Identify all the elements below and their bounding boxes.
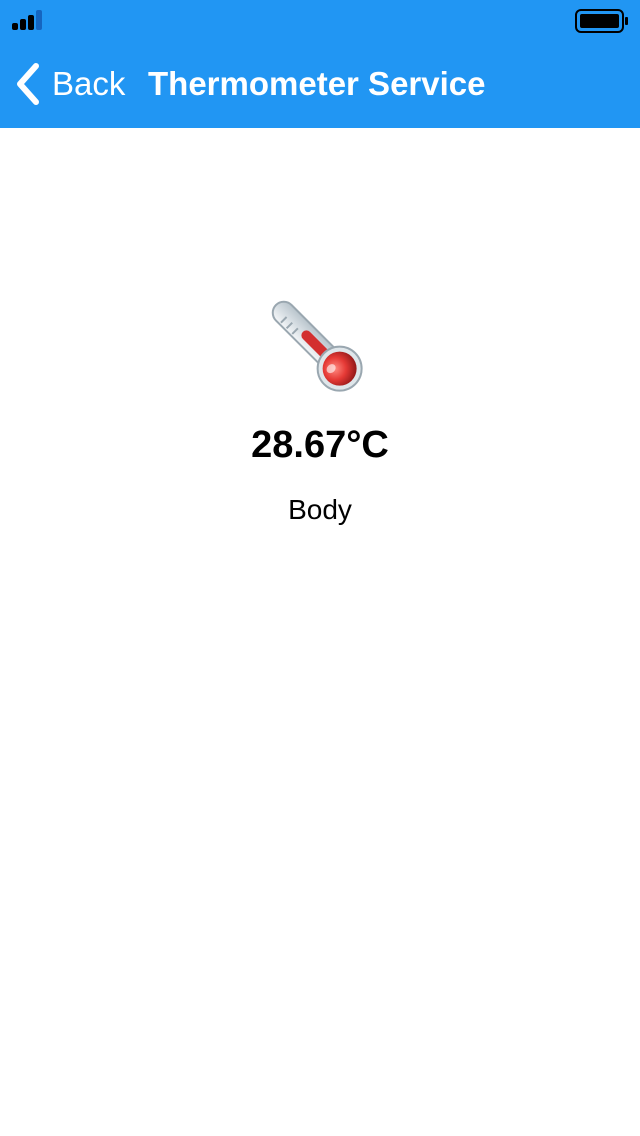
back-button[interactable]: Back [14, 60, 125, 108]
temperature-value: 28.67°C [251, 424, 389, 466]
chevron-left-icon [17, 63, 39, 105]
back-label: Back [52, 65, 126, 102]
main-content: 28.67°C Body [0, 128, 640, 1136]
thermometer-icon [271, 300, 363, 392]
signal-bars-icon [12, 10, 42, 30]
status-bar [0, 0, 640, 40]
navigation-bar: Back Thermometer Service [0, 40, 640, 128]
battery-full-icon [575, 9, 628, 33]
app-header: Back Thermometer Service [0, 0, 640, 128]
page-title: Thermometer Service [148, 65, 486, 102]
measurement-location: Body [288, 494, 352, 525]
